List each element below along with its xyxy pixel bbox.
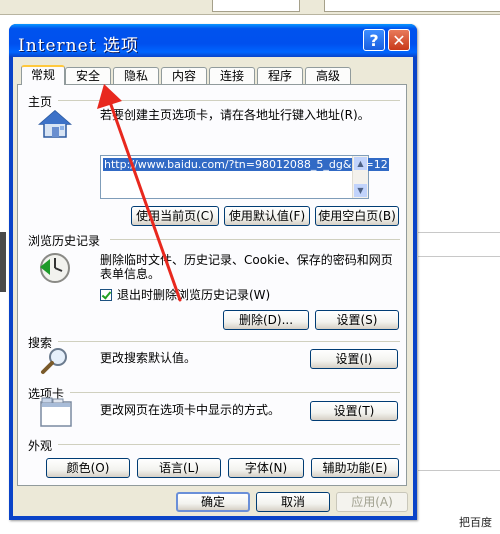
search-settings-button[interactable]: 设置(I) [310,349,398,369]
colors-button[interactable]: 颜色(O) [46,458,130,478]
background-sidebar-edge [0,232,6,292]
background-box [212,0,300,12]
home-description: 若要创建主页选项卡，请在各地址行键入地址(R)。 [100,108,370,122]
group-divider [58,341,400,342]
group-divider [70,392,400,393]
url-scrollbar[interactable]: ▲ ▼ [352,156,368,198]
background-toolbar [0,0,500,15]
delete-on-exit-checkbox[interactable] [100,289,112,301]
title-bar[interactable]: Internet 选项 ? ✕ [9,24,417,57]
scroll-up-arrow[interactable]: ▲ [354,157,367,170]
close-button[interactable]: ✕ [388,29,410,51]
group-label-appearance: 外观 [28,439,53,453]
tab-content[interactable]: 内容 [161,67,207,84]
home-url-field[interactable]: http://www.baidu.com/?tn=98012088_5_dg&c… [100,155,389,199]
tab-connections[interactable]: 连接 [209,67,255,84]
accessibility-button[interactable]: 辅助功能(E) [311,458,399,478]
history-description-line1: 删除临时文件、历史记录、Cookie、保存的密码和网页 [100,253,393,267]
apply-button[interactable]: 应用(A) [336,492,408,512]
tab-programs[interactable]: 程序 [257,67,303,84]
background-box [324,0,500,12]
tabs-settings-button[interactable]: 设置(T) [310,401,398,421]
use-default-button[interactable]: 使用默认值(F) [224,206,310,226]
history-clock-icon [40,253,70,283]
group-divider [58,444,400,445]
background-divider [418,232,500,233]
history-settings-button[interactable]: 设置(S) [315,310,399,330]
home-url-text: http://www.baidu.com/?tn=98012088_5_dg&c… [103,158,389,171]
use-blank-button[interactable]: 使用空白页(B) [315,206,399,226]
dialog-title: Internet 选项 [18,36,139,56]
delete-on-exit-label[interactable]: 退出时删除浏览历史记录(W) [117,288,270,302]
use-current-button[interactable]: 使用当前页(C) [131,206,219,226]
internet-options-dialog: Internet 选项 ? ✕ 常规 安全 隐私 内容 连接 程序 高级 主页 … [9,24,417,520]
tab-general[interactable]: 常规 [21,65,65,85]
scroll-down-arrow[interactable]: ▼ [354,184,367,197]
tab-privacy[interactable]: 隐私 [113,67,159,84]
tabs-window-icon [40,397,72,427]
tab-advanced[interactable]: 高级 [305,67,351,84]
search-description: 更改搜索默认值。 [100,351,197,365]
tabs-description: 更改网页在选项卡中显示的方式。 [100,403,281,417]
home-icon [38,110,72,138]
help-button[interactable]: ? [363,29,385,51]
group-divider [58,100,400,101]
background-caption: 把百度 [459,516,492,529]
group-label-home: 主页 [28,95,53,109]
tab-security[interactable]: 安全 [65,67,111,84]
background-divider [418,470,500,471]
search-magnifier-icon [41,348,67,374]
history-description-line2: 表单信息。 [100,267,161,281]
background-divider [418,256,500,257]
dialog-client-area: 常规 安全 隐私 内容 连接 程序 高级 主页 若要创建主页选项卡，请在各地址行… [13,57,413,516]
fonts-button[interactable]: 字体(N) [228,458,304,478]
ok-button[interactable]: 确定 [176,492,250,512]
group-label-history: 浏览历史记录 [28,234,101,248]
delete-history-button[interactable]: 删除(D)... [223,310,309,330]
group-divider [110,239,400,240]
general-tab-panel: 主页 若要创建主页选项卡，请在各地址行键入地址(R)。 http://www.b… [17,84,407,486]
cancel-button[interactable]: 取消 [256,492,330,512]
languages-button[interactable]: 语言(L) [137,458,221,478]
